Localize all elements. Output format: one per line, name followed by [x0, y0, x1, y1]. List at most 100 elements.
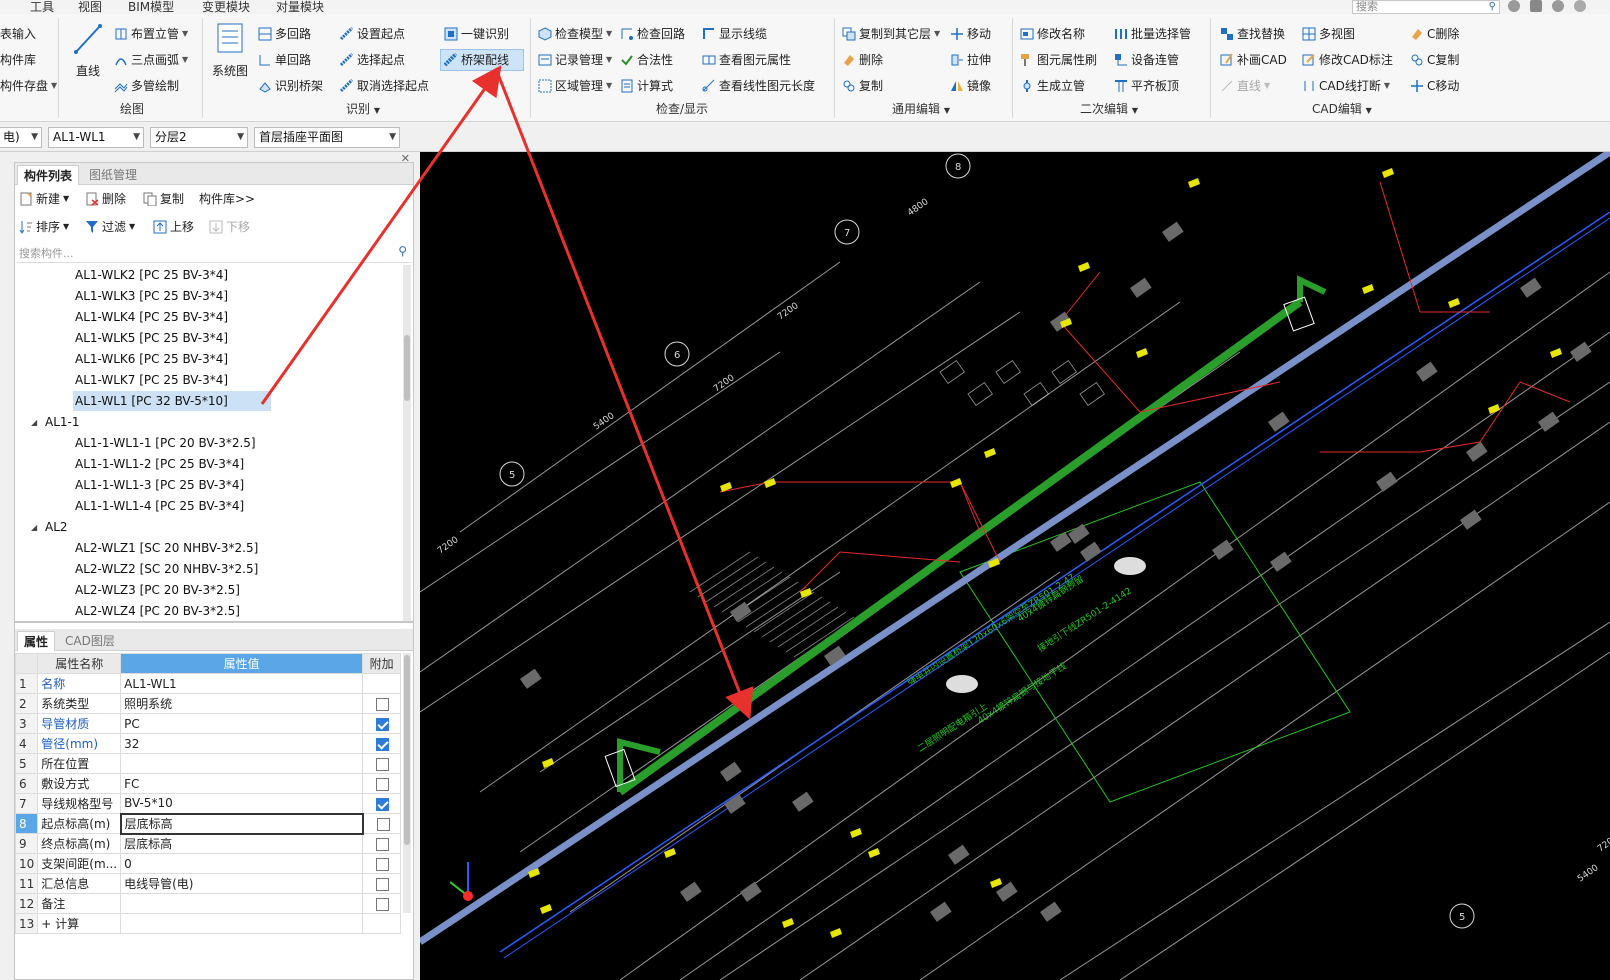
cad-canvas[interactable]: 8 7 6 5 5 4800 7200 5400 7200 7200 7200 5400 强电井内设置桥…: [420, 152, 1610, 980]
attach-checkbox[interactable]: [376, 717, 390, 731]
component-library-button[interactable]: 构件库: [0, 50, 36, 70]
expand-icon[interactable]: ◢: [31, 413, 37, 433]
property-row[interactable]: 4 管径(mm) 32: [14, 733, 402, 754]
component-select[interactable]: AL1-WL1 ▼: [48, 127, 144, 148]
new-button[interactable]: 新建 ▼: [19, 189, 69, 209]
delete-component-button[interactable]: 删除: [85, 189, 126, 209]
tree-item[interactable]: AL2-WLZ3 [PC 20 BV-3*2.5]: [75, 580, 240, 600]
property-row[interactable]: 10 支架间距(m... 0: [14, 853, 402, 874]
property-value[interactable]: [120, 753, 364, 774]
property-row[interactable]: 3 导管材质 PC: [14, 713, 402, 734]
multi-view-button[interactable]: 多视图: [1302, 24, 1355, 44]
menu-view[interactable]: 视图: [78, 0, 102, 14]
attach-checkbox[interactable]: [376, 777, 390, 791]
stretch-button[interactable]: 拉伸: [950, 50, 991, 70]
component-library-link[interactable]: 构件库>>: [199, 189, 255, 209]
property-value[interactable]: [120, 893, 364, 914]
rename-button[interactable]: 修改名称: [1020, 24, 1085, 44]
tree-group[interactable]: ◢ AL2: [31, 517, 68, 537]
show-cable-button[interactable]: 显示线缆: [702, 24, 767, 44]
select-start-button[interactable]: 选择起点: [339, 50, 405, 70]
attach-checkbox[interactable]: [376, 837, 390, 851]
drawing-select[interactable]: 首层插座平面图 ▼: [254, 127, 400, 148]
bell-icon[interactable]: [1530, 0, 1542, 12]
tree-item[interactable]: AL1-WLK5 [PC 25 BV-3*4]: [75, 328, 228, 348]
view-linear-length-button[interactable]: 查看线性图元长度: [702, 76, 815, 96]
menu-bim[interactable]: BIM模型: [128, 0, 174, 14]
tree-item[interactable]: AL1-WLK3 [PC 25 BV-3*4]: [75, 286, 228, 306]
property-value[interactable]: 0: [120, 853, 364, 874]
tree-item[interactable]: AL1-WLK6 [PC 25 BV-3*4]: [75, 349, 228, 369]
record-manage-button[interactable]: 记录管理 ▼: [538, 50, 612, 70]
tree-item[interactable]: AL2-WLZ1 [SC 20 NHBV-3*2.5]: [75, 538, 258, 558]
mirror-button[interactable]: 镜像: [950, 76, 991, 96]
table-input-button[interactable]: 表输入: [0, 24, 36, 44]
copy-component-button[interactable]: 复制: [143, 189, 184, 209]
property-row[interactable]: 1 名称 AL1-WL1: [14, 673, 402, 694]
find-replace-button[interactable]: 查找替换: [1220, 24, 1285, 44]
cancel-select-start-button[interactable]: 取消选择起点: [339, 76, 429, 96]
attach-checkbox[interactable]: [376, 897, 390, 911]
cad-drawing[interactable]: 876554800720054007200720072005400强电井内设置桥…: [420, 152, 1610, 980]
expand-icon[interactable]: ◢: [31, 518, 37, 538]
one-click-identify-button[interactable]: 一键识别: [444, 24, 509, 44]
tree-item[interactable]: AL2-WLZ2 [SC 20 NHBV-3*2.5]: [75, 559, 258, 579]
attach-checkbox[interactable]: [376, 697, 390, 711]
move-down-button[interactable]: 下移: [209, 217, 250, 237]
property-row[interactable]: 12 备注: [14, 893, 402, 914]
formula-button[interactable]: 计算式: [620, 76, 673, 96]
settings-icon[interactable]: [1574, 0, 1586, 12]
move-up-button[interactable]: 上移: [153, 217, 194, 237]
single-circuit-button[interactable]: 单回路: [258, 50, 311, 70]
property-row[interactable]: 7 导线规格型号 BV-5*10: [14, 793, 402, 814]
modify-cad-annotation-button[interactable]: 修改CAD标注: [1302, 50, 1393, 70]
property-row[interactable]: 13 + 计算: [14, 913, 402, 934]
attach-checkbox[interactable]: [376, 737, 390, 751]
attach-checkbox[interactable]: [376, 757, 390, 771]
delete-button[interactable]: 删除: [842, 50, 883, 70]
tree-item[interactable]: AL1-1-WL1-1 [PC 20 BV-3*2.5]: [75, 433, 256, 453]
copy-to-layer-button[interactable]: 复制到其它层 ▼: [842, 24, 940, 44]
c-delete-button[interactable]: C删除: [1410, 24, 1459, 44]
tab-properties[interactable]: 属性: [17, 631, 56, 651]
tree-scrollbar[interactable]: [403, 265, 411, 621]
legality-button[interactable]: 合法性: [620, 50, 673, 70]
help-icon[interactable]: [1552, 0, 1564, 12]
riser-button[interactable]: 布置立管 ▼: [114, 24, 188, 44]
menu-change[interactable]: 变更模块: [202, 0, 250, 14]
property-value[interactable]: [120, 913, 364, 934]
check-circuit-button[interactable]: 检查回路: [620, 24, 685, 44]
user-icon[interactable]: [1508, 0, 1520, 12]
tree-item[interactable]: AL1-1-WL1-3 [PC 25 BV-3*4]: [75, 475, 244, 495]
line-draw-button[interactable]: 直线: [70, 22, 106, 82]
align-slab-top-button[interactable]: 平齐板顶: [1114, 76, 1179, 96]
attach-checkbox[interactable]: [376, 817, 390, 831]
multi-pipe-draw-button[interactable]: 多管绘制: [114, 76, 179, 96]
menu-quantity[interactable]: 对量模块: [276, 0, 324, 14]
component-save-button[interactable]: 构件存盘 ▼: [0, 76, 57, 96]
identify-tray-button[interactable]: 识别桥架: [258, 76, 323, 96]
attach-checkbox[interactable]: [376, 857, 390, 871]
menu-tools[interactable]: 工具: [30, 0, 54, 14]
tree-item[interactable]: AL1-WLK4 [PC 25 BV-3*4]: [75, 307, 228, 327]
property-value[interactable]: 32: [120, 733, 364, 754]
check-model-button[interactable]: 检查模型 ▼: [538, 24, 612, 44]
three-point-arc-button[interactable]: 三点画弧 ▼: [114, 50, 188, 70]
attach-checkbox[interactable]: [376, 877, 390, 891]
tab-cad-layer[interactable]: CAD图层: [59, 631, 121, 651]
set-start-button[interactable]: 设置起点: [339, 24, 405, 44]
property-row[interactable]: 2 系统类型 照明系统: [14, 693, 402, 714]
generate-riser-button[interactable]: 生成立管: [1020, 76, 1085, 96]
property-row[interactable]: 6 敷设方式 FC: [14, 773, 402, 794]
attach-checkbox[interactable]: [376, 797, 390, 811]
system-select[interactable]: 电) ▼: [0, 127, 42, 148]
search-icon[interactable]: ⚲: [398, 244, 407, 258]
copy-button[interactable]: 复制: [842, 76, 883, 96]
property-row[interactable]: 11 汇总信息 电线导管(电): [14, 873, 402, 894]
tab-component-list[interactable]: 构件列表: [17, 165, 80, 185]
property-value[interactable]: BV-5*10: [120, 793, 364, 814]
cad-line-break-button[interactable]: CAD线打断 ▼: [1302, 76, 1390, 96]
sort-button[interactable]: 排序 ▼: [19, 217, 69, 237]
search-input[interactable]: 搜索 ⚲: [1352, 0, 1500, 14]
tree-scrollbar-thumb[interactable]: [404, 335, 410, 401]
